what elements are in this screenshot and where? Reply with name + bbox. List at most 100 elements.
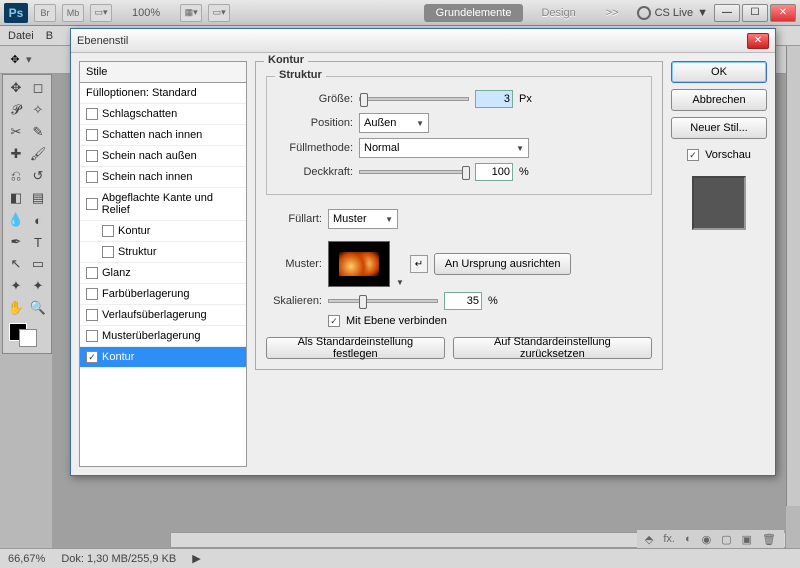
style-item-checkbox[interactable]	[86, 309, 98, 321]
blur-tool[interactable]: 💧	[5, 209, 27, 231]
heal-tool[interactable]: ✚	[5, 143, 27, 165]
dialog-close-button[interactable]: ✕	[747, 33, 769, 49]
style-item-checkbox[interactable]	[86, 288, 98, 300]
style-item-1[interactable]: Schatten nach innen	[80, 125, 246, 146]
trash-icon[interactable]: 🗑	[762, 533, 776, 546]
style-item-checkbox[interactable]	[86, 129, 98, 141]
cslive-button[interactable]: CS Live ▼	[637, 6, 708, 20]
style-item-checkbox[interactable]	[86, 267, 98, 279]
status-arrow-icon[interactable]: ▶	[192, 552, 200, 565]
workspace-tab-design[interactable]: Design	[529, 4, 587, 22]
style-item-6[interactable]: Struktur	[80, 242, 246, 263]
toolbar-screen-button[interactable]: ▭▾	[90, 4, 112, 22]
style-item-checkbox[interactable]	[102, 225, 114, 237]
close-button[interactable]: ✕	[770, 4, 796, 22]
3d-tool[interactable]: ✦	[5, 275, 27, 297]
position-select[interactable]: Außen	[359, 113, 429, 133]
right-panel-strip[interactable]	[786, 46, 800, 506]
stamp-tool[interactable]: ⎌	[5, 165, 27, 187]
style-item-3[interactable]: Schein nach innen	[80, 167, 246, 188]
toolbar-screenmode-button[interactable]: ▭▾	[208, 4, 230, 22]
style-item-2[interactable]: Schein nach außen	[80, 146, 246, 167]
style-item-10[interactable]: Musterüberlagerung	[80, 326, 246, 347]
zoom-tool[interactable]: 🔍	[27, 297, 49, 319]
scale-slider[interactable]	[328, 299, 438, 303]
crop-tool[interactable]: ✂	[5, 121, 27, 143]
new-style-button[interactable]: Neuer Stil...	[671, 117, 767, 139]
toolbar-arrange-button[interactable]: ▦▾	[180, 4, 202, 22]
menu-file[interactable]: Datei	[8, 30, 34, 42]
fx-icon[interactable]: fx.	[663, 533, 675, 545]
new-layer-icon[interactable]: ▣	[742, 533, 752, 546]
type-tool[interactable]: T	[27, 231, 49, 253]
link-icon[interactable]: ⬘	[645, 533, 653, 546]
cancel-button[interactable]: Abbrechen	[671, 89, 767, 111]
mask-icon[interactable]: ◐	[685, 533, 692, 545]
maximize-button[interactable]: ☐	[742, 4, 768, 22]
brush-tool[interactable]: 🖌	[27, 143, 49, 165]
snap-origin-button[interactable]: An Ursprung ausrichten	[434, 253, 572, 275]
style-item-11[interactable]: Kontur	[80, 347, 246, 368]
folder-icon[interactable]: ▢	[721, 533, 731, 546]
path-tool[interactable]: ↖	[5, 253, 27, 275]
size-input[interactable]	[475, 90, 513, 108]
opacity-input[interactable]	[475, 163, 513, 181]
toolbar-br-button[interactable]: Br	[34, 4, 56, 22]
style-item-8[interactable]: Farbüberlagerung	[80, 284, 246, 305]
minimize-button[interactable]: —	[714, 4, 740, 22]
style-item-checkbox[interactable]	[86, 171, 98, 183]
workspace-more[interactable]: >>	[594, 4, 631, 22]
toolbar-mb-button[interactable]: Mb	[62, 4, 84, 22]
dialog-titlebar[interactable]: Ebenenstil ✕	[71, 29, 775, 53]
eyedropper-tool[interactable]: ✎	[27, 121, 49, 143]
style-item-checkbox[interactable]	[86, 351, 98, 363]
make-default-button[interactable]: Als Standardeinstellung festlegen	[266, 337, 445, 359]
pattern-thumbnail[interactable]	[328, 241, 390, 287]
status-zoom[interactable]: 66,67%	[8, 553, 45, 565]
style-item-9[interactable]: Verlaufsüberlagerung	[80, 305, 246, 326]
filltype-select[interactable]: Muster	[328, 209, 398, 229]
ok-button[interactable]: OK	[671, 61, 767, 83]
pen-tool[interactable]: ✒	[5, 231, 27, 253]
lasso-tool[interactable]: 𝓟	[5, 99, 27, 121]
new-pattern-icon[interactable]: ↵	[410, 255, 428, 273]
styles-header[interactable]: Stile	[80, 62, 246, 83]
style-item-7[interactable]: Glanz	[80, 263, 246, 284]
link-layer-checkbox[interactable]	[328, 315, 340, 327]
size-slider[interactable]	[359, 97, 469, 101]
style-item-0[interactable]: Schlagschatten	[80, 104, 246, 125]
fill-adj-icon[interactable]: ◉	[702, 533, 712, 546]
hand-tool[interactable]: ✋	[5, 297, 27, 319]
filltype-label: Füllart:	[266, 213, 322, 225]
style-item-checkbox[interactable]	[86, 198, 98, 210]
opacity-label: Deckkraft:	[277, 166, 353, 178]
style-item-checkbox[interactable]	[86, 330, 98, 342]
style-item-checkbox[interactable]	[86, 150, 98, 162]
workspace-tab-grundelemente[interactable]: Grundelemente	[424, 4, 524, 22]
style-item-checkbox[interactable]	[102, 246, 114, 258]
fill-options-row[interactable]: Fülloptionen: Standard	[80, 83, 246, 104]
3d-cam-tool[interactable]: ✦	[27, 275, 49, 297]
style-item-5[interactable]: Kontur	[80, 221, 246, 242]
background-swatch[interactable]	[19, 329, 37, 347]
style-item-checkbox[interactable]	[86, 108, 98, 120]
reset-default-button[interactable]: Auf Standardeinstellung zurücksetzen	[453, 337, 652, 359]
blend-select[interactable]: Normal	[359, 138, 529, 158]
move-tool[interactable]: ✥	[5, 77, 27, 99]
preview-checkbox[interactable]	[687, 149, 699, 161]
status-doc[interactable]: Dok: 1,30 MB/255,9 KB	[61, 553, 176, 565]
menu-b[interactable]: B	[46, 30, 53, 42]
dodge-tool[interactable]: ◐	[27, 209, 49, 231]
position-label: Position:	[277, 117, 353, 129]
history-tool[interactable]: ↺	[27, 165, 49, 187]
eraser-tool[interactable]: ◧	[5, 187, 27, 209]
wand-tool[interactable]: ✧	[27, 99, 49, 121]
opacity-slider[interactable]	[359, 170, 469, 174]
shape-tool[interactable]: ▭	[27, 253, 49, 275]
zoom-level[interactable]: 100%	[132, 7, 160, 19]
style-item-4[interactable]: Abgeflachte Kante und Relief	[80, 188, 246, 221]
marquee-tool[interactable]: ◻	[27, 77, 49, 99]
gradient-tool[interactable]: ▤	[27, 187, 49, 209]
scale-input[interactable]	[444, 292, 482, 310]
color-swatches[interactable]	[5, 319, 49, 351]
